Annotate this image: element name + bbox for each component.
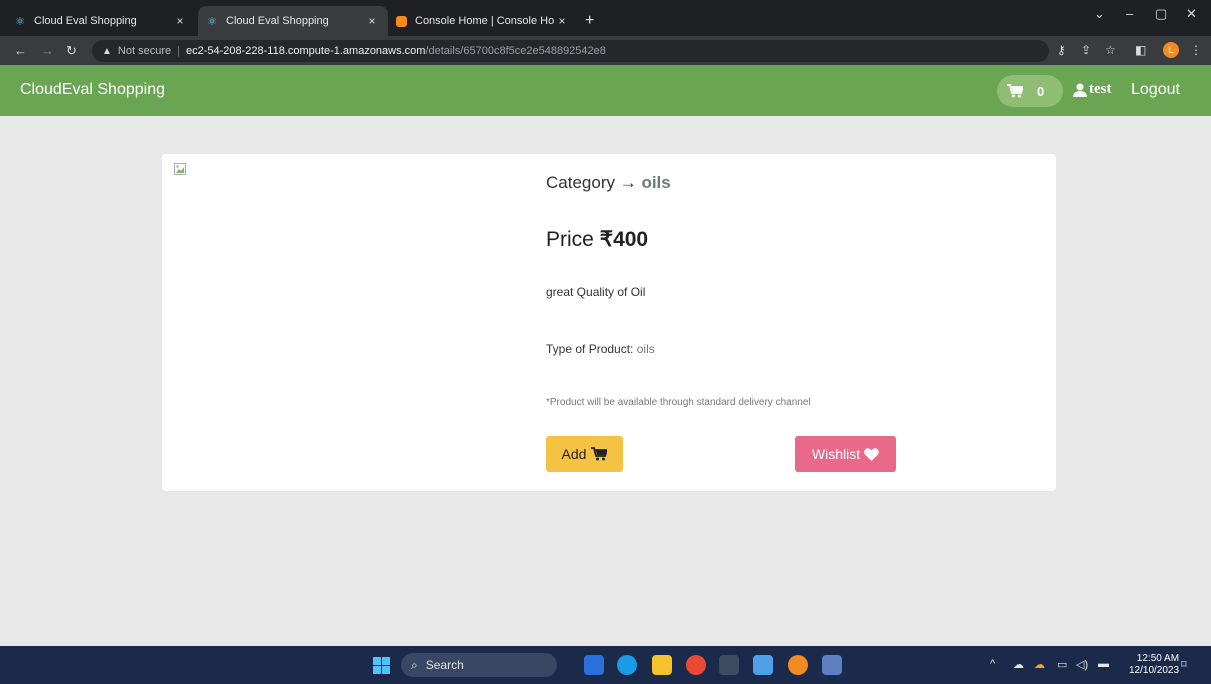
- react-icon: ⚛: [15, 15, 25, 28]
- price-value: ₹400: [599, 228, 649, 251]
- broken-image-icon: [174, 163, 186, 175]
- terminal-icon[interactable]: [719, 655, 739, 675]
- star-icon[interactable]: ☆: [1105, 43, 1116, 57]
- forward-icon[interactable]: →: [41, 43, 54, 58]
- type-value: oils: [636, 342, 655, 356]
- volume-icon[interactable]: ◁): [1076, 658, 1088, 671]
- browser-tab[interactable]: Console Home | Console Home ×: [388, 6, 578, 36]
- profile-avatar[interactable]: L: [1163, 42, 1179, 58]
- react-icon: ⚛: [207, 15, 217, 28]
- minimize-icon[interactable]: –: [1126, 6, 1133, 21]
- menu-icon[interactable]: ⋮: [1190, 43, 1202, 57]
- close-icon[interactable]: ×: [364, 14, 380, 28]
- teams-icon[interactable]: [584, 655, 604, 675]
- back-icon[interactable]: ←: [14, 43, 27, 58]
- add-to-cart-button[interactable]: Add: [546, 436, 623, 472]
- taskbar-clock[interactable]: 12:50 AM 12/10/2023: [1129, 653, 1179, 677]
- notification-icon[interactable]: ⌑: [1181, 658, 1187, 671]
- url-path: /details/65700c8f5ce2e548892542e8: [425, 45, 606, 57]
- cloud-icon[interactable]: ☁: [1034, 658, 1045, 671]
- product-description: great Quality of Oil: [546, 285, 646, 299]
- chevron-down-icon[interactable]: ⌄: [1094, 6, 1105, 22]
- browser-address-bar: ← → ↻ ▲ Not secure | ec2-54-208-228-118.…: [0, 36, 1211, 65]
- tab-title: Console Home | Console Home: [415, 15, 554, 27]
- chrome-profile-icon[interactable]: [788, 655, 808, 675]
- user-name: test: [1089, 81, 1112, 97]
- search-label: Search: [425, 658, 464, 672]
- os-taskbar: ⌕ Search ^ ☁ ☁ ▭ ◁) ▬ 12:50 AM 12/10/202…: [0, 646, 1211, 684]
- warning-icon: ▲: [102, 45, 112, 57]
- chrome-icon[interactable]: [686, 655, 706, 675]
- wishlist-label: Wishlist: [811, 446, 861, 462]
- edge-icon[interactable]: [617, 655, 637, 675]
- user-icon: [1073, 83, 1087, 97]
- cart-button[interactable]: 0: [997, 75, 1063, 107]
- windows-start-icon[interactable]: [373, 657, 390, 674]
- aws-icon: [396, 15, 407, 27]
- type-label: Type of Product:: [546, 342, 634, 356]
- category-value: oils: [641, 173, 671, 192]
- chevron-up-icon[interactable]: ^: [990, 658, 995, 670]
- new-tab-button[interactable]: +: [585, 12, 594, 30]
- share-icon[interactable]: ⇪: [1081, 43, 1091, 57]
- product-type: Type of Product: oils: [546, 342, 655, 356]
- browser-tab-active[interactable]: ⚛ Cloud Eval Shopping ×: [198, 6, 388, 36]
- clock-time: 12:50 AM: [1136, 653, 1180, 664]
- battery-icon[interactable]: ▬: [1098, 658, 1109, 670]
- url-host: ec2-54-208-228-118.compute-1.amazonaws.c…: [185, 45, 426, 57]
- app-icon[interactable]: [822, 655, 842, 675]
- cart-count: 0: [1037, 83, 1045, 99]
- add-label: Add: [561, 446, 587, 462]
- product-price: Price ₹400: [546, 227, 648, 252]
- cart-icon: [591, 447, 608, 461]
- logout-link[interactable]: Logout: [1131, 81, 1180, 99]
- wishlist-button[interactable]: Wishlist: [795, 436, 896, 472]
- folder-icon[interactable]: [652, 655, 672, 675]
- onedrive-icon[interactable]: ☁: [1013, 658, 1024, 671]
- security-label: Not secure: [117, 45, 172, 57]
- vscode-icon[interactable]: [753, 655, 773, 675]
- reload-icon[interactable]: ↻: [66, 43, 77, 59]
- tab-title: Cloud Eval Shopping: [34, 15, 137, 27]
- price-label: Price: [546, 228, 594, 251]
- brand-link[interactable]: CloudEval Shopping: [20, 81, 165, 99]
- window-close-icon[interactable]: ✕: [1186, 6, 1197, 22]
- divider: |: [177, 45, 180, 57]
- product-card: Category → oils Price ₹400 great Quality…: [162, 154, 1056, 491]
- user-link[interactable]: test: [1073, 81, 1112, 98]
- network-icon[interactable]: ▭: [1057, 658, 1067, 671]
- close-icon[interactable]: ×: [554, 14, 570, 28]
- close-icon[interactable]: ×: [172, 14, 188, 28]
- app-navbar: CloudEval Shopping 0 test Logout: [0, 65, 1211, 116]
- url-field[interactable]: ▲ Not secure | ec2-54-208-228-118.comput…: [92, 40, 1049, 62]
- delivery-note: *Product will be available through stand…: [546, 397, 811, 408]
- category-label: Category →: [546, 173, 637, 192]
- browser-tab-bar: ⚛ Cloud Eval Shopping × ⚛ Cloud Eval Sho…: [0, 0, 1211, 36]
- key-icon[interactable]: ⚷: [1057, 43, 1066, 57]
- cart-icon: [1007, 84, 1023, 98]
- product-category: Category → oils: [546, 173, 671, 193]
- clock-date: 12/10/2023: [1129, 665, 1180, 676]
- search-icon: ⌕: [411, 657, 418, 672]
- restore-icon[interactable]: ▢: [1155, 6, 1167, 22]
- heart-icon: [864, 447, 879, 461]
- tab-title: Cloud Eval Shopping: [226, 15, 329, 27]
- browser-tab[interactable]: ⚛ Cloud Eval Shopping ×: [6, 6, 196, 36]
- taskbar-search[interactable]: ⌕ Search: [401, 653, 557, 677]
- sidepanel-icon[interactable]: ◧: [1135, 43, 1146, 57]
